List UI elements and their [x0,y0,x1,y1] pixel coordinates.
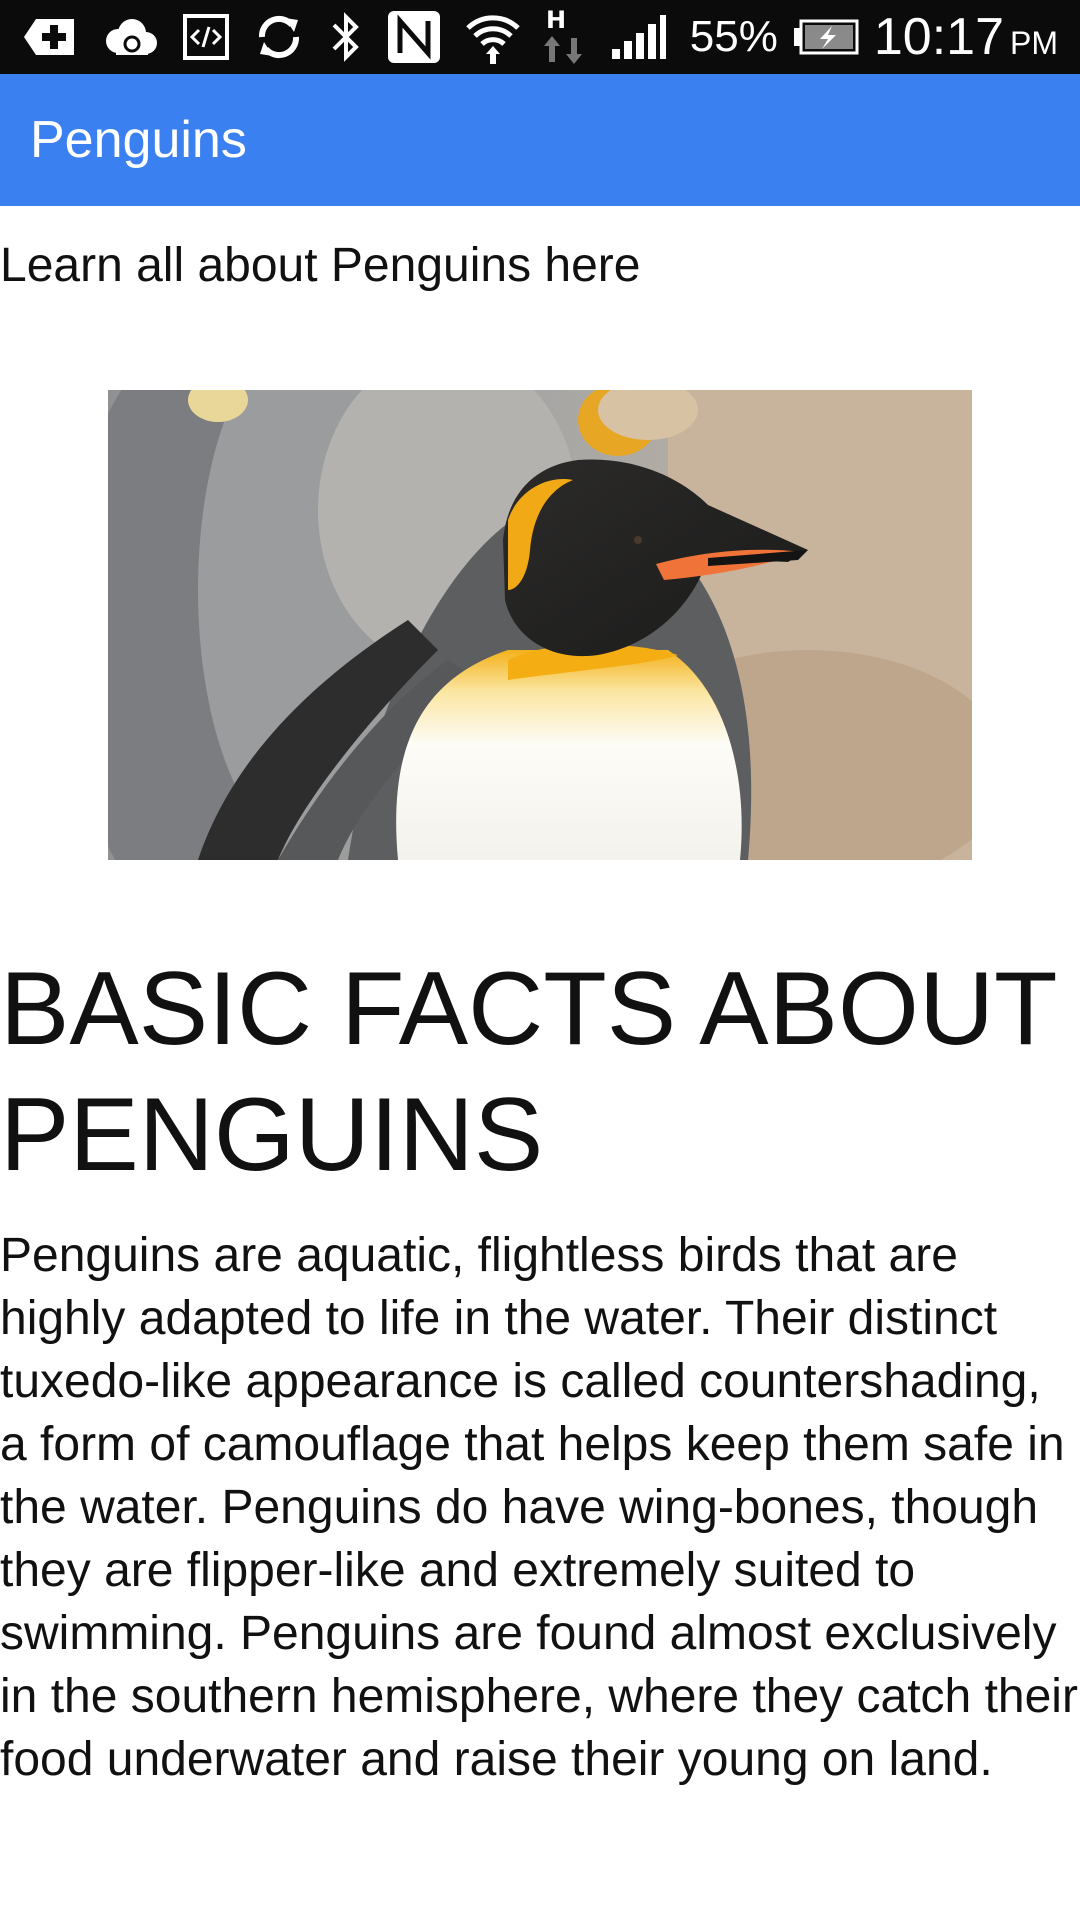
signal-icon [610,13,666,61]
page-heading: BASIC FACTS ABOUT PENGUINS [0,951,1056,1193]
status-right: 55% 10:17 PM [690,7,1080,67]
wifi-icon [464,8,522,66]
status-bar: H 55% 10:17 PM [0,0,1080,74]
nfc-icon [386,9,442,65]
data-h-icon: H [544,6,588,68]
clock-time: 10:17 [873,8,1004,66]
clock-suffix: PM [1010,25,1058,61]
code-icon [182,13,230,61]
battery-percent: 55% [689,12,778,61]
intro-text: Learn all about Penguins here [0,239,641,292]
body-paragraph: Penguins are aquatic, flightless birds t… [0,1229,1078,1786]
add-notification-icon [22,15,78,59]
status-left: H [0,6,666,68]
bluetooth-icon [328,11,364,63]
app-title: Penguins [30,111,247,169]
clock: 10:17 PM [874,7,1058,67]
cloud-sync-icon [100,15,160,59]
sync-icon [252,12,306,62]
penguin-photo [108,390,972,860]
svg-text:H: H [546,6,566,34]
battery-charging-icon [792,18,860,56]
app-bar: Penguins [0,74,1080,206]
